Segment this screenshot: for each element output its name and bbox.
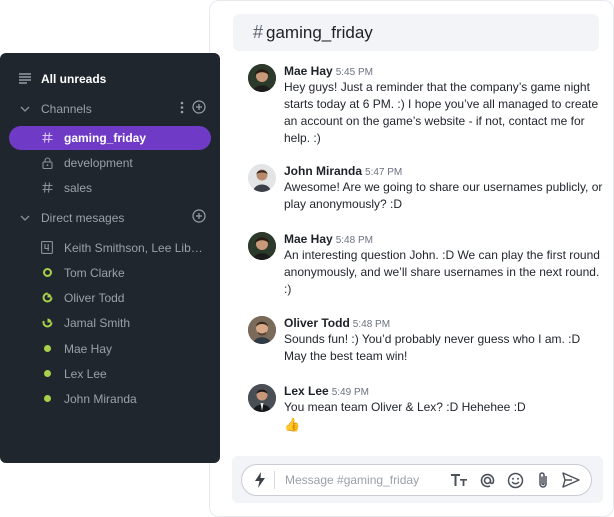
message-composer[interactable]: Message #gaming_friday xyxy=(241,464,592,496)
avatar[interactable] xyxy=(248,64,276,92)
message-time: 5:47 PM xyxy=(365,167,403,178)
mention-icon[interactable] xyxy=(473,466,501,494)
channel-title: gaming_friday xyxy=(266,22,373,42)
sidebar-item-label: All unreads xyxy=(41,71,107,86)
sidebar-item-label: Tom Clarke xyxy=(64,265,125,280)
message-author[interactable]: Lex Lee xyxy=(284,384,329,398)
thumbs-up-emoji: 👍 xyxy=(284,417,301,432)
text-format-icon[interactable] xyxy=(445,466,473,494)
sidebar-item-label: John Miranda xyxy=(64,391,137,406)
status-online-icon xyxy=(40,367,54,381)
section-label: Direct mesages xyxy=(41,210,125,225)
hash-icon xyxy=(40,131,54,145)
message-text: You mean team Oliver & Lex? :D Hehehee :… xyxy=(284,400,526,414)
status-ring-icon xyxy=(40,266,54,280)
sidebar-item-label: Lex Lee xyxy=(64,366,107,381)
sidebar-item-all-unreads[interactable]: All unreads xyxy=(0,66,220,91)
direct-messages-section-header[interactable]: Direct mesages xyxy=(0,205,220,230)
sidebar-item-lex-lee[interactable]: Lex Lee xyxy=(0,361,220,386)
hash-icon xyxy=(40,181,54,195)
attachment-icon[interactable] xyxy=(529,466,557,494)
status-partial-icon xyxy=(40,291,54,305)
sidebar: All unreads Channels gaming_friday devel… xyxy=(0,53,220,463)
more-options-icon[interactable] xyxy=(180,101,184,117)
sidebar-item-label: gaming_friday xyxy=(64,130,147,145)
section-label: Channels xyxy=(41,101,92,116)
message-time: 5:48 PM xyxy=(335,235,373,246)
status-online-icon xyxy=(40,342,54,356)
sidebar-item-label: Oliver Todd xyxy=(64,290,125,305)
chat-panel: # gaming_friday Mae Hay 5:45 PM Hey guys!… xyxy=(209,0,614,517)
sidebar-item-jamal-smith[interactable]: Jamal Smith xyxy=(0,310,220,335)
composer-area: Message #gaming_friday xyxy=(232,456,603,503)
sidebar-item-oliver-todd[interactable]: Oliver Todd xyxy=(0,285,220,310)
list-icon xyxy=(18,72,32,86)
message-input[interactable]: Message #gaming_friday xyxy=(285,473,445,487)
sidebar-item-john-miranda[interactable]: John Miranda xyxy=(0,386,220,411)
message-text: An interesting question John. :D We can … xyxy=(284,248,600,296)
app: # gaming_friday Mae Hay 5:45 PM Hey guys!… xyxy=(0,0,614,517)
add-channel-icon[interactable] xyxy=(192,100,206,117)
add-direct-message-icon[interactable] xyxy=(192,209,206,226)
chevron-down-icon[interactable] xyxy=(18,211,32,225)
message-time: 5:48 PM xyxy=(352,319,391,330)
lock-icon xyxy=(40,156,54,170)
sidebar-item-group-dm[interactable]: Keith Smithson, Lee Libe... xyxy=(0,235,220,260)
message-time: 5:45 PM xyxy=(335,67,373,78)
status-partial-icon xyxy=(40,316,54,330)
status-online-icon xyxy=(40,392,54,406)
sidebar-item-mae-hay[interactable]: Mae Hay xyxy=(0,336,220,361)
sidebar-item-label: Mae Hay xyxy=(64,341,113,356)
message-author[interactable]: Oliver Todd xyxy=(284,316,350,330)
avatar[interactable] xyxy=(248,384,276,412)
sidebar-item-sales[interactable]: sales xyxy=(0,175,220,200)
avatar[interactable] xyxy=(248,164,276,192)
sidebar-item-label: sales xyxy=(64,180,93,195)
message-author[interactable]: Mae Hay xyxy=(284,232,333,246)
message-text: Sounds fun! :) You’d probably never gues… xyxy=(284,332,581,363)
composer-divider xyxy=(274,471,275,489)
avatar[interactable] xyxy=(248,232,276,260)
message-time: 5:49 PM xyxy=(331,387,369,398)
sidebar-item-label: Keith Smithson, Lee Libe... xyxy=(64,240,207,255)
channels-section-header[interactable]: Channels xyxy=(0,96,220,121)
sidebar-item-label: Jamal Smith xyxy=(64,315,131,330)
hash-icon: # xyxy=(253,22,264,42)
sidebar-item-tom-clarke[interactable]: Tom Clarke xyxy=(0,260,220,285)
sidebar-item-label: development xyxy=(64,155,133,170)
lightning-icon[interactable] xyxy=(246,472,274,488)
message-text: Awesome! Are we going to share our usern… xyxy=(284,180,603,211)
sidebar-item-gaming-friday[interactable]: gaming_friday xyxy=(0,125,220,150)
emoji-icon[interactable] xyxy=(501,466,529,494)
message-author[interactable]: John Miranda xyxy=(284,164,362,178)
message-author[interactable]: Mae Hay xyxy=(284,64,333,78)
chevron-down-icon[interactable] xyxy=(18,102,32,116)
message-text: Hey guys! Just a reminder that the compa… xyxy=(284,80,599,145)
avatar[interactable] xyxy=(248,316,276,344)
sidebar-item-development[interactable]: development xyxy=(0,150,220,175)
send-icon[interactable] xyxy=(557,466,585,494)
group-4-icon xyxy=(40,241,54,255)
channel-header: # gaming_friday xyxy=(233,14,599,51)
